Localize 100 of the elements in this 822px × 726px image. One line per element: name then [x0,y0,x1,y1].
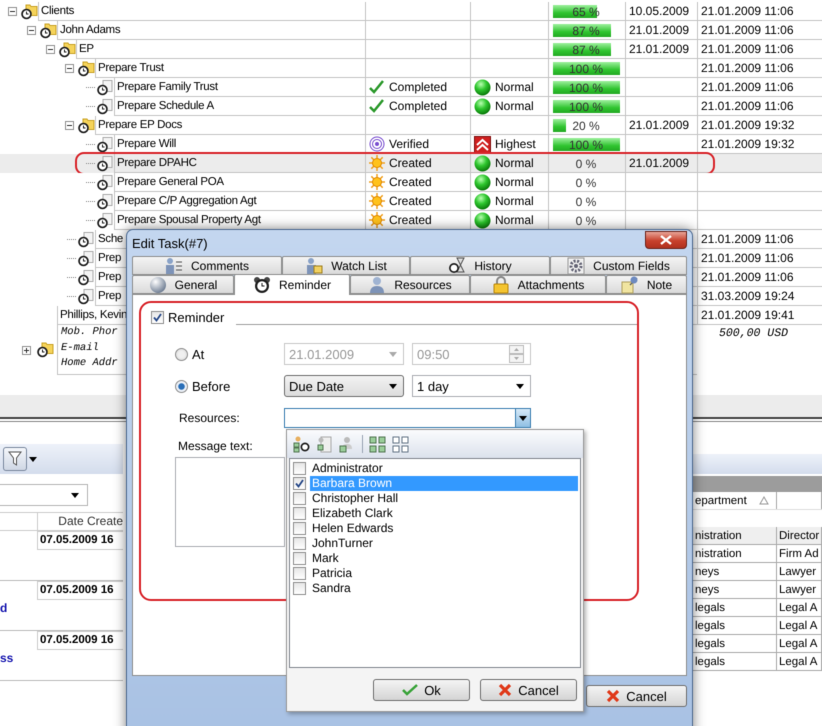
radio-label: At [192,346,204,362]
tab[interactable]: Note [606,275,687,294]
resource-item[interactable]: Helen Edwards [310,521,578,536]
resource-item[interactable]: Mark [310,551,578,566]
field-label: Resources: [178,411,241,425]
created-date: 21.01.2009 11:06 [701,42,794,56]
priority-text: Normal [495,156,534,170]
table-cell: neys [695,584,720,596]
date-created: 07.05.2009 16 [37,581,123,600]
table-cell: Lawyer [779,566,816,578]
ok-button[interactable]: Ok [373,679,470,701]
progress-text: 100 % [568,80,604,94]
folder-clock-icon [76,118,94,134]
created-date: 21.01.2009 11:06 [701,4,794,18]
tab[interactable]: Reminder [234,274,350,295]
resource-item[interactable]: Administrator [310,461,578,476]
radio-button[interactable] [175,380,188,392]
status-text: Completed [389,99,448,113]
checkbox[interactable] [293,477,306,490]
checkbox[interactable] [293,567,306,580]
checkbox[interactable] [293,462,306,475]
resource-item[interactable]: Sandra [310,581,578,596]
document-clock-icon [96,98,113,114]
created-date: 21.01.2009 11:06 [701,232,794,246]
column-header[interactable]: Date Create [37,513,123,530]
filled-grid-icon[interactable] [369,436,386,452]
created-date: 21.01.2009 11:06 [701,99,794,113]
sort-arrow-icon[interactable] [758,496,769,505]
document-clock-icon [96,194,113,210]
priority-text: Highest [495,137,536,151]
table-cell: Legal A [779,620,818,632]
message-field[interactable] [175,457,285,547]
resource-item[interactable]: JohnTurner [310,536,578,551]
filter-button[interactable] [3,447,27,471]
priority-text: Normal [495,194,534,208]
document-clock-icon [96,212,113,228]
progress-text: 0 % [574,156,598,170]
resource-item[interactable]: Patricia [310,566,578,581]
checkbox[interactable] [293,582,306,595]
document-clock-icon [96,80,113,96]
empty-grid-icon[interactable] [392,436,409,452]
status-text: Completed [389,80,448,94]
resource-item[interactable]: Elizabeth Clark [310,506,578,521]
collapse-button[interactable] [27,26,36,35]
tab[interactable]: Attachments [470,275,606,294]
tab[interactable]: General [132,275,234,294]
cancel-button[interactable]: Cancel [586,685,687,707]
resource-item[interactable]: Christopher Hall [310,491,578,506]
expand-button[interactable] [22,346,31,354]
status-text: Created [389,175,432,189]
due-date: 10.05.2009 [629,4,690,18]
task-row[interactable]: Prepare DPAHC Created Normal 0 % 21.01.2009 [0,154,822,173]
date-created: 07.05.2009 16 [37,631,123,650]
tab[interactable]: History [410,256,550,275]
cancel-button[interactable]: Cancel [480,679,577,701]
column-header[interactable]: epartment [695,494,747,506]
close-icon [498,683,512,697]
checkbox[interactable] [293,522,306,535]
collapse-button[interactable] [46,45,55,54]
gear-icon [567,256,586,274]
checkbox[interactable] [293,492,306,505]
checkbox[interactable] [151,310,164,324]
people-clock-icon[interactable] [293,436,310,452]
table-cell: Legal A [779,602,818,614]
collapse-button[interactable] [65,121,74,130]
minus-icon [9,8,16,15]
folder-clock-icon [36,342,54,358]
ball-icon [474,154,491,172]
spinner-icon [509,345,524,363]
document-clock-icon [96,174,113,190]
progress-text: 0 % [574,214,598,228]
collapse-button[interactable] [8,7,17,16]
note-text: ss [0,651,14,665]
alarm-clock-icon [252,276,271,294]
collapse-button[interactable] [65,64,74,73]
document-grid-icon[interactable] [316,436,333,452]
person-icon [368,276,386,294]
progress-text: 0 % [574,176,598,190]
checkbox[interactable] [293,507,306,520]
table-cell: legals [695,638,726,650]
dialog-title: Edit Task(#7) [132,236,208,250]
tab[interactable]: Comments [132,256,282,275]
tab[interactable]: Watch List [282,256,410,275]
sun-icon [369,174,385,190]
checkbox[interactable] [293,552,306,565]
tab[interactable]: Custom Fields [550,256,687,275]
status-text: Created [389,156,432,170]
dropdown-button[interactable]: Due Date [284,375,404,397]
due-date: 21.01.2009 [629,42,690,56]
tab[interactable]: Resources [350,275,470,294]
amount-text: 500,00 USD [718,326,788,341]
due-date: 21.01.2009 [629,23,690,37]
checkbox[interactable] [293,537,306,550]
dropdown-arrow-button[interactable] [515,409,530,427]
table-cell: legals [695,620,726,632]
created-date: 31.03.2009 19:24 [701,289,794,303]
dropdown-field[interactable]: 1 day [412,375,531,397]
folder-clock-icon [58,42,76,58]
close-icon [660,235,672,245]
close-button[interactable] [645,231,687,249]
